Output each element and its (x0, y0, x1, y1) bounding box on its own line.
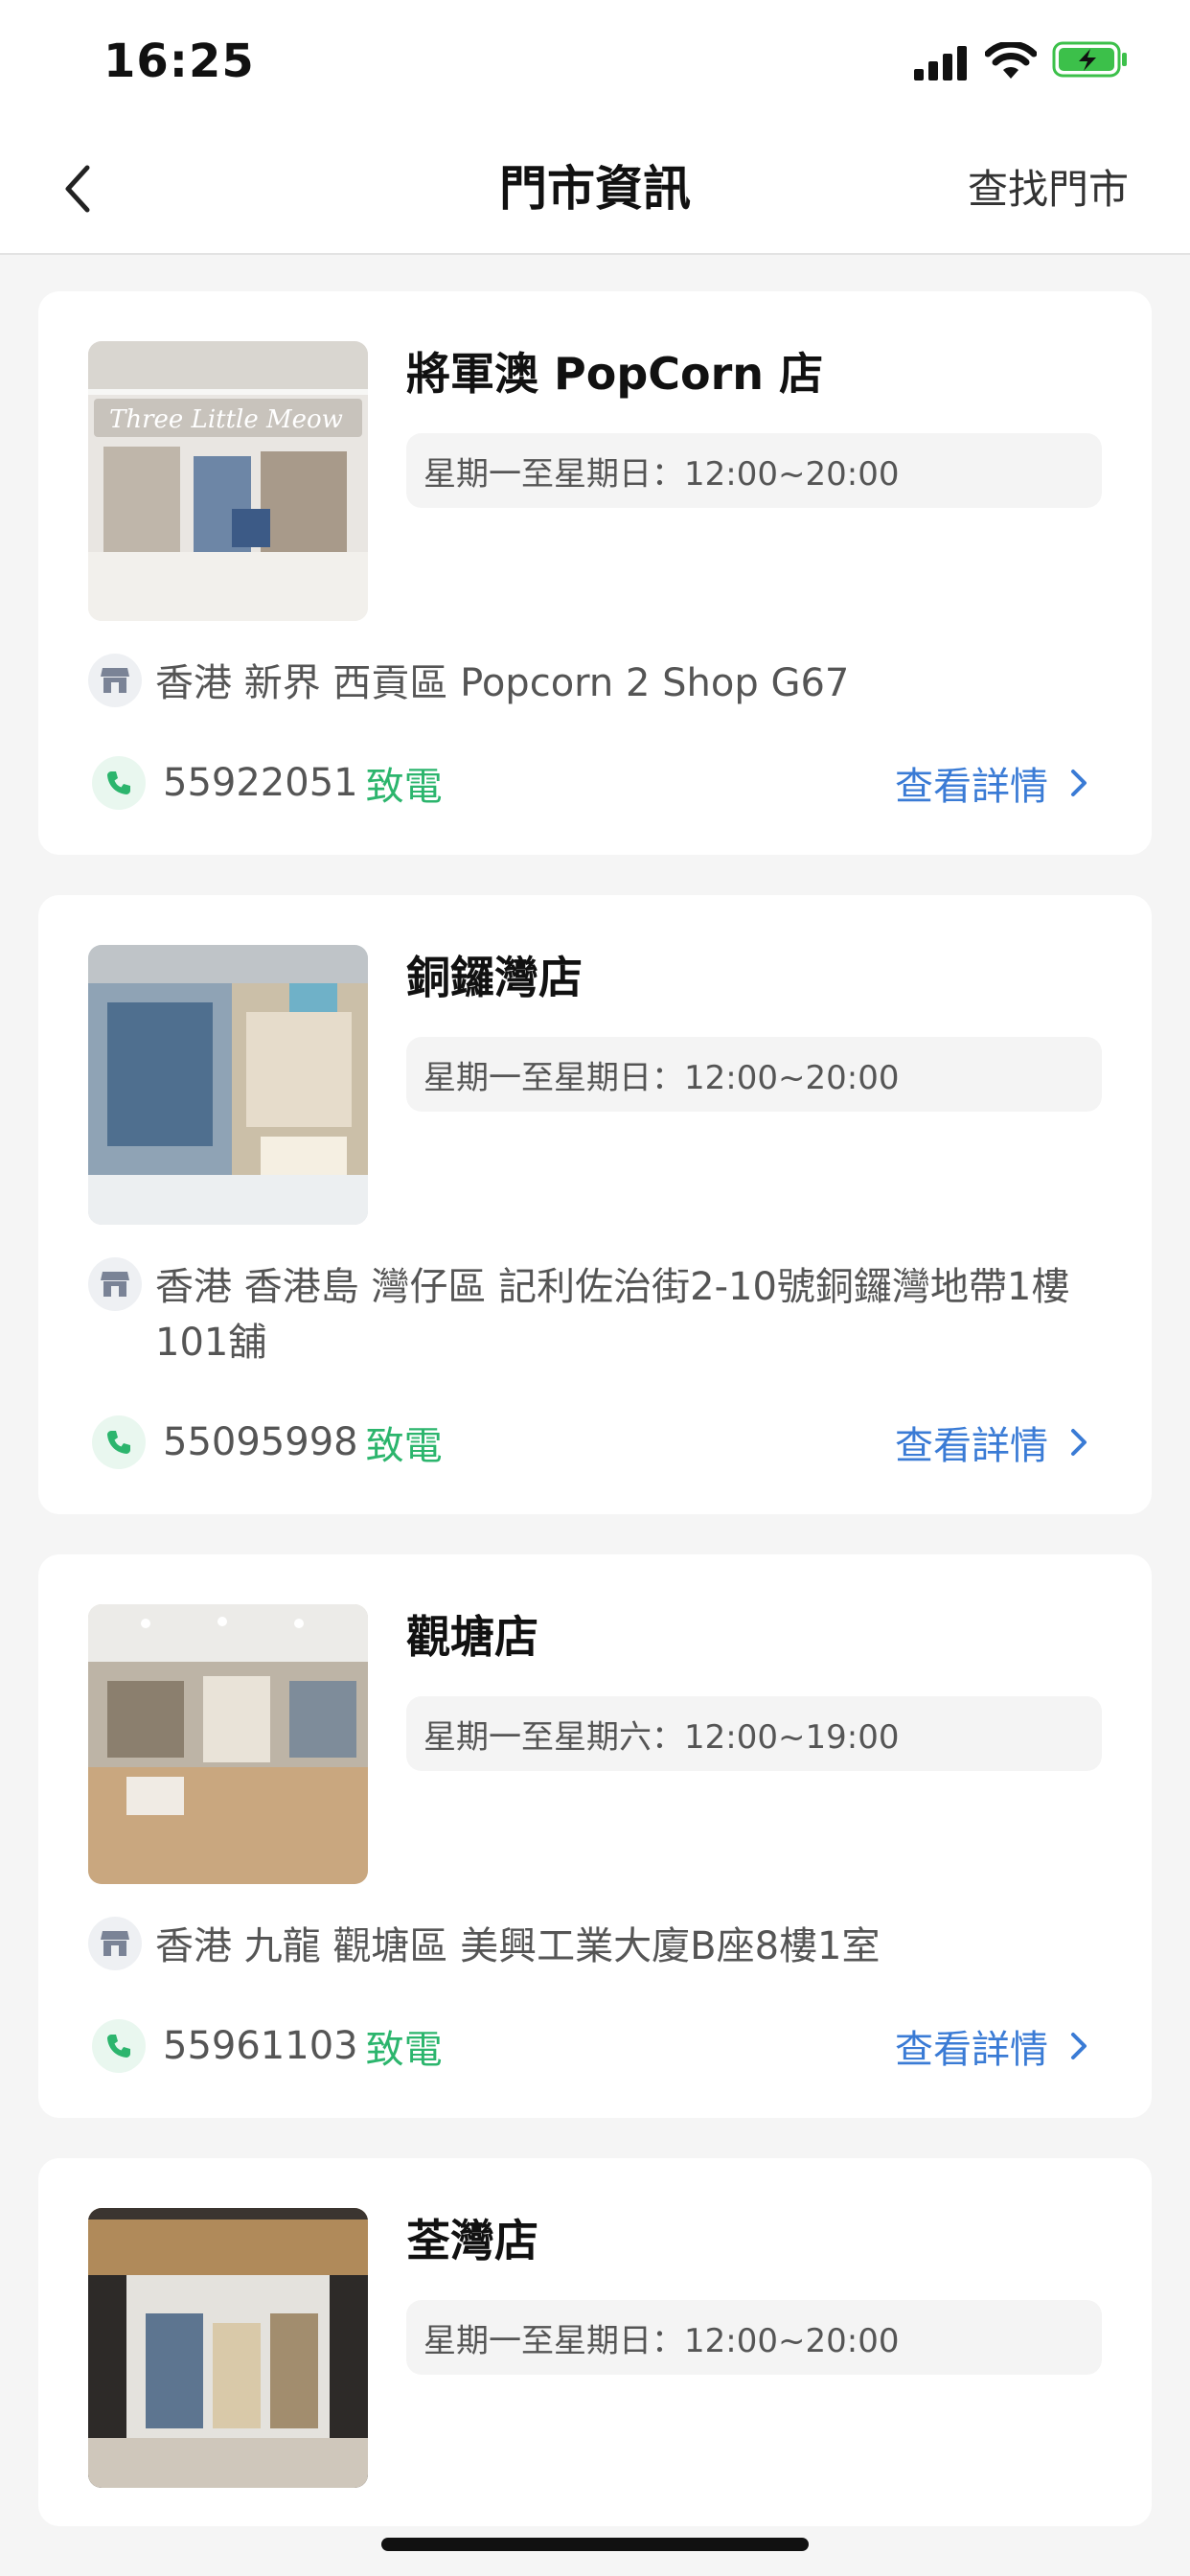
phone-number: 55961103 (163, 2024, 358, 2068)
view-details-button[interactable]: 查看詳情 (895, 755, 1102, 811)
opening-hours: 星期一至星期日：12:00~20:00 (406, 433, 1102, 508)
battery-charging-icon (1052, 41, 1127, 78)
store-name: 將軍澳 PopCorn 店 (406, 348, 824, 400)
view-details-label: 查看詳情 (895, 1424, 1048, 1468)
address-row: 香港 新界 西貢區 Popcorn 2 Shop G67 (88, 654, 1102, 711)
store-address: 香港 新界 西貢區 Popcorn 2 Shop G67 (155, 661, 850, 705)
store-photo (88, 945, 368, 1225)
chevron-right-icon (1071, 770, 1087, 796)
status-bar: 16:25 (0, 0, 1190, 126)
view-details-label: 查看詳情 (895, 765, 1048, 809)
cellular-signal-icon (914, 46, 967, 80)
phone-row: 55922051 致電 查看詳情 (88, 749, 1102, 816)
store-card[interactable]: Three Little Meow 將軍澳 PopCorn 店 星期一至星期日：… (38, 291, 1152, 855)
store-name: 銅鑼灣店 (406, 952, 583, 1003)
storefront-icon (88, 1257, 142, 1311)
home-indicator (381, 2538, 809, 2551)
phone-icon (92, 756, 146, 810)
phone-number: 55922051 (163, 761, 358, 805)
store-card[interactable]: 銅鑼灣店 星期一至星期日：12:00~20:00 香港 香港島 灣仔區 記利佐治… (38, 895, 1152, 1514)
call-button[interactable]: 致電 (366, 2018, 443, 2074)
store-address: 香港 香港島 灣仔區 記利佐治街2-10號銅鑼灣地帶1樓101舖 (155, 1265, 1070, 1365)
view-details-button[interactable]: 查看詳情 (895, 2018, 1102, 2074)
opening-hours: 星期一至星期六：12:00~19:00 (406, 1696, 1102, 1771)
view-details-button[interactable]: 查看詳情 (895, 1414, 1102, 1470)
wifi-icon (985, 42, 1037, 79)
store-name: 觀塘店 (406, 1611, 538, 1663)
opening-hours: 星期一至星期日：12:00~20:00 (406, 1037, 1102, 1112)
address-row: 香港 九龍 觀塘區 美興工業大廈B座8樓1室 (88, 1917, 1102, 1974)
view-details-label: 查看詳情 (895, 2028, 1048, 2072)
store-list: Three Little Meow 將軍澳 PopCorn 店 星期一至星期日：… (38, 291, 1152, 2566)
call-button[interactable]: 致電 (366, 755, 443, 811)
chevron-right-icon (1071, 2033, 1087, 2059)
status-time: 16:25 (103, 34, 255, 88)
storefront-icon (88, 1917, 142, 1970)
address-row: 香港 香港島 灣仔區 記利佐治街2-10號銅鑼灣地帶1樓101舖 (88, 1257, 1102, 1370)
find-store-button[interactable]: 查找門市 (968, 161, 1129, 218)
store-address: 香港 九龍 觀塘區 美興工業大廈B座8樓1室 (155, 1924, 881, 1968)
phone-number: 55095998 (163, 1420, 358, 1464)
store-card[interactable]: 荃灣店 星期一至星期日：12:00~20:00 (38, 2158, 1152, 2526)
svg-text:Three Little Meow: Three Little Meow (109, 405, 343, 434)
call-button[interactable]: 致電 (366, 1414, 443, 1470)
store-photo: Three Little Meow (88, 341, 368, 621)
store-name: 荃灣店 (406, 2215, 538, 2266)
phone-row: 55961103 致電 查看詳情 (88, 2012, 1102, 2080)
storefront-icon (88, 654, 142, 707)
phone-row: 55095998 致電 查看詳情 (88, 1409, 1102, 1476)
chevron-right-icon (1071, 1429, 1087, 1456)
navigation-bar: 門市資訊 查找門市 (0, 126, 1190, 255)
opening-hours: 星期一至星期日：12:00~20:00 (406, 2300, 1102, 2375)
store-photo (88, 2208, 368, 2488)
phone-icon (92, 1415, 146, 1469)
store-card[interactable]: 觀塘店 星期一至星期六：12:00~19:00 香港 九龍 觀塘區 美興工業大廈… (38, 1554, 1152, 2118)
store-photo (88, 1604, 368, 1884)
phone-icon (92, 2019, 146, 2073)
